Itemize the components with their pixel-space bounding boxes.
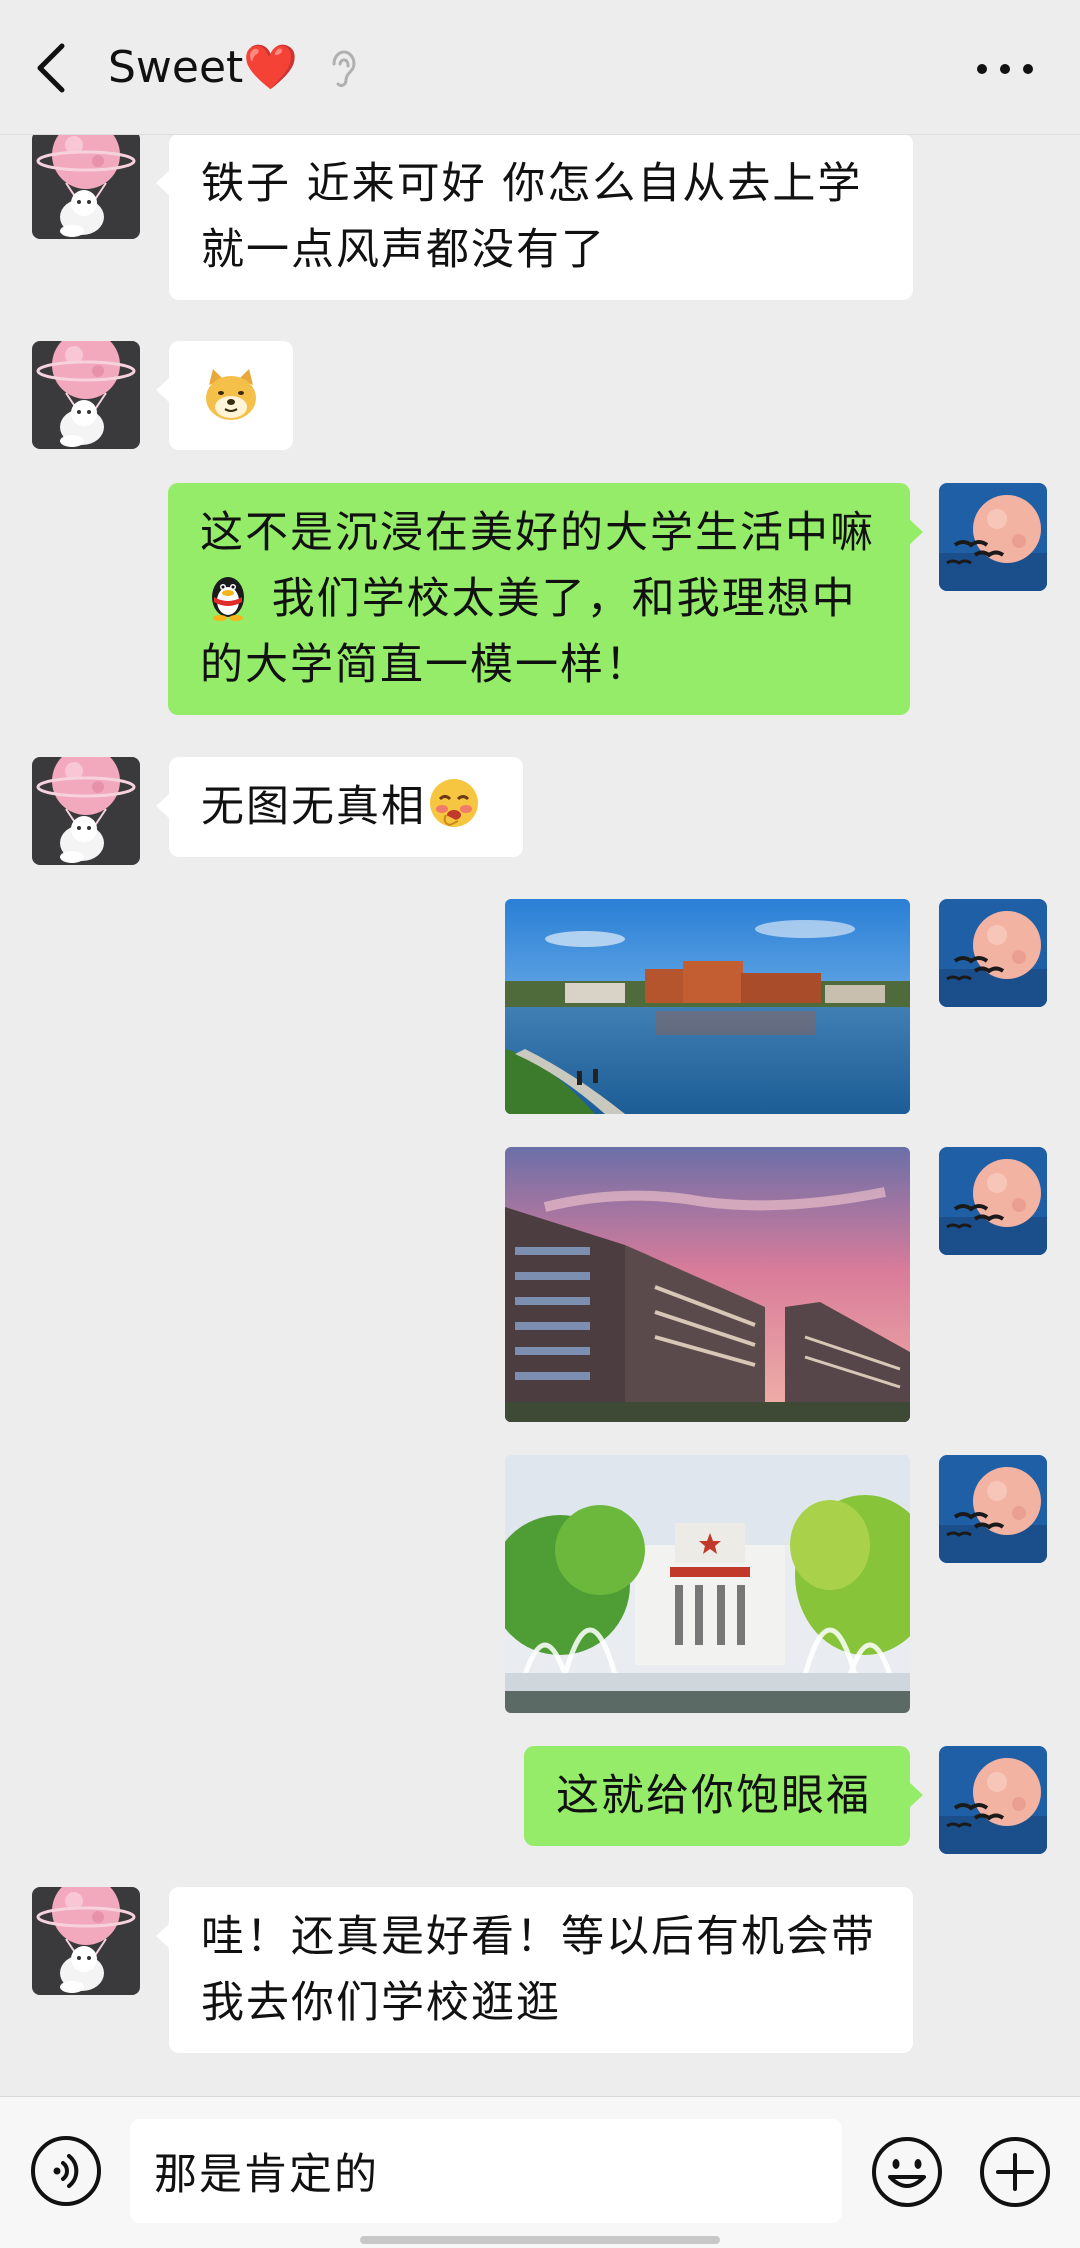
- blushing-emoji: [430, 779, 478, 827]
- emoji-button[interactable]: [870, 2135, 944, 2209]
- message-text-line: 铁子 近来可好 你怎么自从去上学: [201, 159, 863, 209]
- contact-name: Sweet❤️: [108, 42, 299, 93]
- contact-avatar[interactable]: [32, 341, 140, 449]
- message-text: 这就给你饱眼福: [556, 1771, 871, 1821]
- contact-avatar[interactable]: [32, 757, 140, 865]
- message-bubble-outgoing[interactable]: 这就给你饱眼福: [524, 1746, 923, 1846]
- message-text-line: 我去你们学校逛逛: [201, 1978, 561, 2028]
- message-bubble-incoming[interactable]: 无图无真相: [156, 757, 523, 857]
- home-indicator: [360, 2236, 720, 2244]
- message-text-line: 我们学校太美了，和我理想中: [271, 574, 857, 624]
- my-avatar[interactable]: [939, 1455, 1047, 1563]
- ear-icon: [332, 50, 356, 87]
- voice-button[interactable]: [30, 2135, 102, 2207]
- message-text-line: 哇！还真是好看！等以后有机会带: [201, 1912, 876, 1962]
- campus-building-sunset-photo[interactable]: [505, 1147, 910, 1422]
- message-bubble-incoming[interactable]: 铁子 近来可好 你怎么自从去上学 就一点风声都没有了: [156, 134, 913, 300]
- message-text-line: 这不是沉浸在美好的大学生活中嘛: [200, 508, 875, 558]
- my-avatar[interactable]: [939, 1746, 1047, 1854]
- campus-fountain-hall-photo[interactable]: [505, 1455, 910, 1713]
- chevron-left-icon: [37, 43, 65, 93]
- contact-avatar[interactable]: [32, 131, 140, 239]
- more-button[interactable]: [970, 45, 1040, 93]
- doge-emoji: [206, 369, 256, 420]
- message-bubble-incoming[interactable]: [156, 341, 293, 450]
- more-horizontal-icon: [977, 64, 1033, 74]
- input-bar: [0, 2096, 1080, 2248]
- message-text: 无图无真相: [201, 782, 426, 832]
- my-avatar[interactable]: [939, 899, 1047, 1007]
- qq-penguin-emoji: [212, 577, 244, 621]
- voice-icon: [31, 2136, 101, 2206]
- chat-header: Sweet❤️: [0, 0, 1080, 135]
- my-avatar[interactable]: [939, 483, 1047, 591]
- plus-icon: [980, 2137, 1050, 2207]
- my-avatar[interactable]: [939, 1147, 1047, 1255]
- message-text-line: 的大学简直一模一样！: [200, 640, 650, 690]
- contact-avatar[interactable]: [32, 1887, 140, 1995]
- campus-lake-photo[interactable]: [505, 899, 910, 1114]
- message-text-line: 就一点风声都没有了: [201, 225, 606, 275]
- more-functions-button[interactable]: [978, 2135, 1052, 2209]
- message-input[interactable]: [130, 2119, 842, 2223]
- message-bubble-incoming[interactable]: 哇！还真是好看！等以后有机会带 我去你们学校逛逛: [156, 1887, 913, 2053]
- message-bubble-outgoing[interactable]: 这不是沉浸在美好的大学生活中嘛 我们学校太美了，和我理想中 的大学简直一模一样！: [168, 483, 923, 715]
- back-button[interactable]: [28, 34, 78, 102]
- emoji-icon: [872, 2137, 942, 2207]
